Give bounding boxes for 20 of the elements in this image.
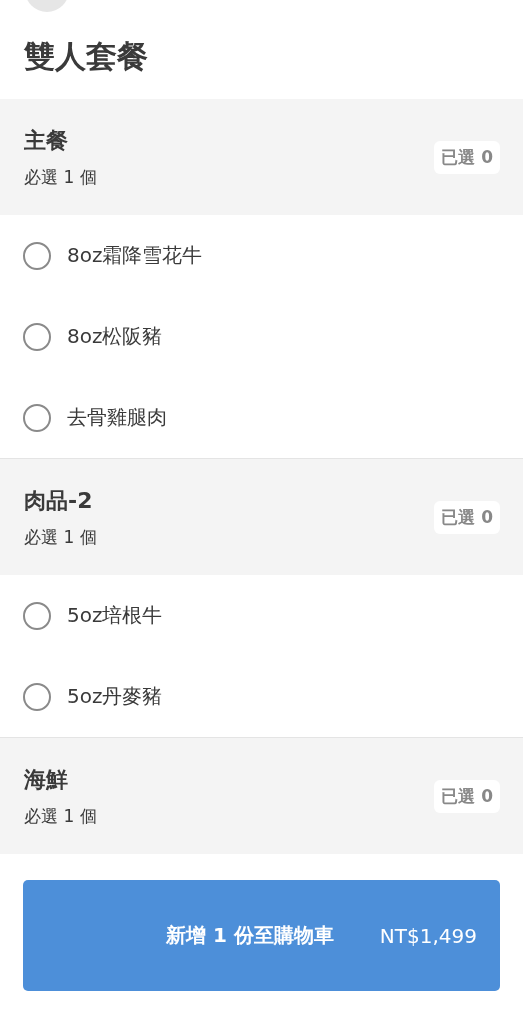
section-title: 主餐 (24, 126, 69, 155)
requirement-text: 必選 1 個 (24, 804, 97, 828)
radio-button[interactable] (23, 601, 51, 630)
selected-count-badge: 已選 0 (434, 779, 500, 813)
radio-button[interactable] (23, 322, 51, 351)
option-label[interactable]: 5oz丹麥豬 (67, 683, 163, 710)
radio-button[interactable] (23, 241, 51, 270)
radio-button[interactable] (23, 682, 51, 711)
radio-button[interactable] (23, 403, 51, 432)
selected-count-badge: 已選 0 (434, 140, 500, 174)
option-label[interactable]: 去骨雞腿肉 (67, 404, 167, 431)
page-title: 雙人套餐 (24, 37, 149, 76)
option-label[interactable]: 5oz培根牛 (67, 602, 163, 629)
selected-count-badge: 已選 0 (434, 500, 500, 534)
section-title: 海鮮 (24, 765, 69, 794)
requirement-text: 必選 1 個 (24, 525, 97, 549)
requirement-text: 必選 1 個 (24, 165, 97, 189)
option-label[interactable]: 8oz松阪豬 (67, 323, 163, 350)
option-label[interactable]: 8oz霜降雪花牛 (67, 242, 203, 269)
section-title: 肉品-2 (24, 486, 94, 515)
